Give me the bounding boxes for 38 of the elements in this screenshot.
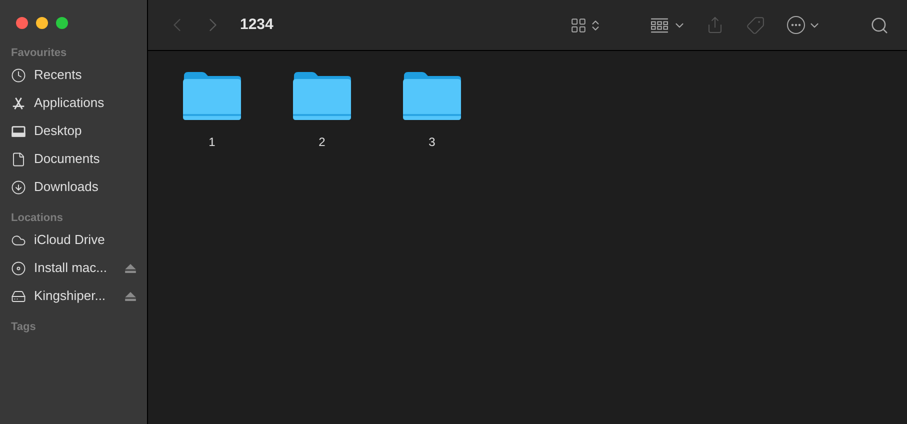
download-icon [11,180,26,194]
drive-icon [11,288,26,304]
sidebar-item[interactable]: Kingshiper... [0,282,147,310]
tag-button[interactable] [746,16,765,34]
sidebar-item[interactable]: Documents [0,145,147,173]
folder-icon [402,71,462,121]
folder-icon [182,71,242,121]
folder-item[interactable]: 1 [182,71,242,151]
folder-item[interactable]: 2 [292,71,352,151]
search-button[interactable] [870,16,889,34]
more-button[interactable] [787,16,821,34]
sidebar-item[interactable]: Desktop [0,117,147,145]
document-icon [11,152,26,166]
folder-item[interactable]: 3 [402,71,462,151]
section-header: Locations [10,211,64,226]
section-header: Favourites [10,46,68,61]
group-icon [650,18,669,32]
folder-icon [292,71,352,121]
grid-icon [570,16,587,34]
window-title: 1234 [240,14,274,35]
clock-icon [11,68,26,82]
eject-icon[interactable] [125,264,136,272]
sidebar-item[interactable]: Recents [0,61,147,89]
minimize-button[interactable] [36,17,48,29]
zoom-button[interactable] [56,17,68,29]
sidebar-item[interactable]: iCloud Drive [0,226,147,254]
close-button[interactable] [16,17,28,29]
compass-letter-icon [11,96,26,110]
section-header: Tags [10,320,37,335]
group-button[interactable] [650,18,686,32]
monitor-icon [11,124,26,138]
share-button[interactable] [706,16,724,34]
cloud-icon [11,232,26,248]
disc-icon [11,260,26,276]
eject-icon[interactable] [125,292,136,300]
sidebar-item[interactable]: Install mac... [0,254,147,282]
sidebar-item[interactable]: Downloads [0,173,147,201]
sidebar-item[interactable]: Applications [0,89,147,117]
